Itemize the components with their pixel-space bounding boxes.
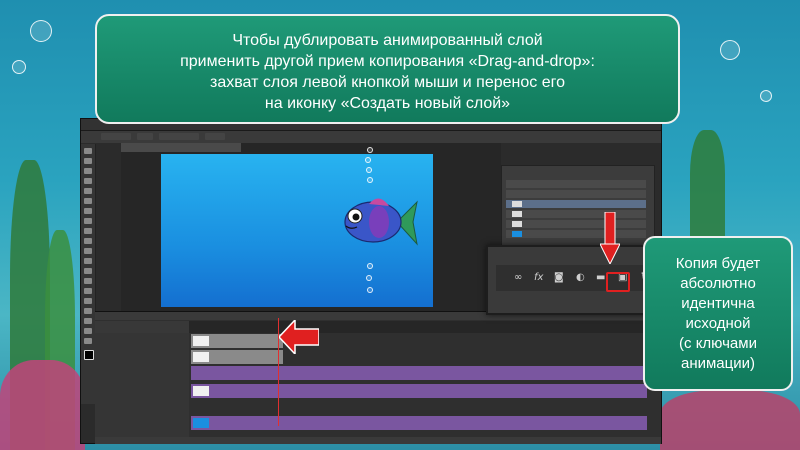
option-control[interactable]: [137, 133, 153, 140]
timeline-footer: [95, 437, 661, 444]
heal-tool-icon[interactable]: [84, 208, 92, 214]
wand-tool-icon[interactable]: [84, 178, 92, 184]
adjustment-icon[interactable]: ◐: [576, 272, 585, 284]
bubble: [367, 263, 373, 269]
layer-row[interactable]: [506, 180, 646, 188]
crop-tool-icon[interactable]: [84, 188, 92, 194]
type-tool-icon[interactable]: [84, 298, 92, 304]
layer-thumbnail: [512, 211, 522, 217]
callout-line: применить другой прием копирования «Drag…: [180, 53, 595, 70]
timeline-track-copy[interactable]: [191, 334, 283, 348]
track-thumbnail: [193, 352, 209, 362]
option-control[interactable]: [101, 133, 131, 140]
playback-controls[interactable]: [95, 321, 189, 333]
layers-panel-inset: ∞ fx ◙ ◐ ▬ ▣ 🗑: [486, 245, 666, 315]
timeline-track[interactable]: [191, 350, 283, 364]
zoom-tool-icon[interactable]: [84, 338, 92, 344]
eyedropper-tool-icon[interactable]: [84, 198, 92, 204]
timeline-ruler[interactable]: [189, 321, 661, 333]
coral-left: [0, 360, 85, 450]
layer-row-selected[interactable]: [506, 200, 646, 208]
marquee-tool-icon[interactable]: [84, 158, 92, 164]
document-area: [121, 143, 501, 315]
callout-line: абсолютно: [680, 275, 756, 292]
gradient-tool-icon[interactable]: [84, 258, 92, 264]
callout-line: идентична: [681, 295, 755, 312]
option-control[interactable]: [159, 133, 199, 140]
bubble: [365, 157, 371, 163]
bubble: [760, 90, 772, 102]
new-layer-highlight: [606, 272, 630, 292]
blur-tool-icon[interactable]: [84, 268, 92, 274]
bubble: [366, 275, 372, 281]
timeline-track-fish[interactable]: [191, 384, 647, 398]
brush-tool-icon[interactable]: [84, 218, 92, 224]
eraser-tool-icon[interactable]: [84, 248, 92, 254]
coral-right: [660, 390, 800, 450]
track-thumbnail: [193, 418, 209, 428]
bubble: [367, 147, 373, 153]
layer-thumbnail: [512, 221, 522, 227]
path-tool-icon[interactable]: [84, 308, 92, 314]
note-callout: Копия будет абсолютно идентична исходной…: [643, 236, 793, 391]
bubble: [30, 20, 52, 42]
timeline-track-background[interactable]: [191, 416, 647, 430]
track-thumbnail: [193, 336, 209, 346]
link-icon[interactable]: ∞: [514, 272, 522, 284]
bubble: [366, 167, 372, 173]
lasso-tool-icon[interactable]: [84, 168, 92, 174]
history-brush-icon[interactable]: [84, 238, 92, 244]
pen-tool-icon[interactable]: [84, 288, 92, 294]
dodge-tool-icon[interactable]: [84, 278, 92, 284]
move-tool-icon[interactable]: [84, 148, 92, 154]
callout-line: Копия будет: [675, 255, 761, 272]
bubble: [367, 287, 373, 293]
shape-tool-icon[interactable]: [84, 318, 92, 324]
bubble: [12, 60, 26, 74]
layer-thumbnail: [512, 201, 522, 207]
callout-line: исходной: [685, 315, 751, 332]
stamp-tool-icon[interactable]: [84, 228, 92, 234]
options-bar: [81, 131, 661, 143]
tools-panel: [81, 144, 96, 404]
instruction-callout: Чтобы дублировать анимированный слой при…: [95, 14, 680, 124]
callout-line: на иконку «Создать новый слой»: [264, 95, 511, 112]
timeline-layer-list: [95, 333, 189, 437]
bubble: [720, 40, 740, 60]
layers-footer-bar: ∞ fx ◙ ◐ ▬ ▣ 🗑: [496, 265, 656, 291]
mask-icon[interactable]: ◙: [554, 272, 564, 284]
callout-line: анимации): [680, 355, 755, 372]
layer-row[interactable]: [506, 230, 646, 238]
timeline-track-purple[interactable]: [191, 366, 647, 380]
seaweed-right: [690, 130, 725, 240]
callout-line: (с ключами: [679, 335, 757, 352]
layer-row[interactable]: [506, 220, 646, 228]
layer-thumbnail: [512, 231, 522, 237]
option-control[interactable]: [205, 133, 225, 140]
callout-line: захват слоя левой кнопкой мыши и перенос…: [209, 74, 565, 91]
red-arrow-down-icon: [600, 212, 620, 264]
canvas[interactable]: [161, 154, 433, 307]
fx-icon[interactable]: fx: [534, 272, 543, 284]
hand-tool-icon[interactable]: [84, 328, 92, 334]
timeline-panel: [95, 311, 661, 444]
bubble: [367, 177, 373, 183]
folder-icon[interactable]: ▬: [596, 272, 605, 284]
foreground-color-icon[interactable]: [84, 350, 94, 360]
layer-row[interactable]: [506, 210, 646, 218]
track-thumbnail: [193, 386, 209, 396]
callout-line: Чтобы дублировать анимированный слой: [232, 32, 543, 49]
fish-image: [344, 198, 418, 246]
layer-row[interactable]: [506, 190, 646, 198]
red-arrow-left-icon: [279, 320, 319, 354]
document-tab[interactable]: [121, 143, 241, 152]
